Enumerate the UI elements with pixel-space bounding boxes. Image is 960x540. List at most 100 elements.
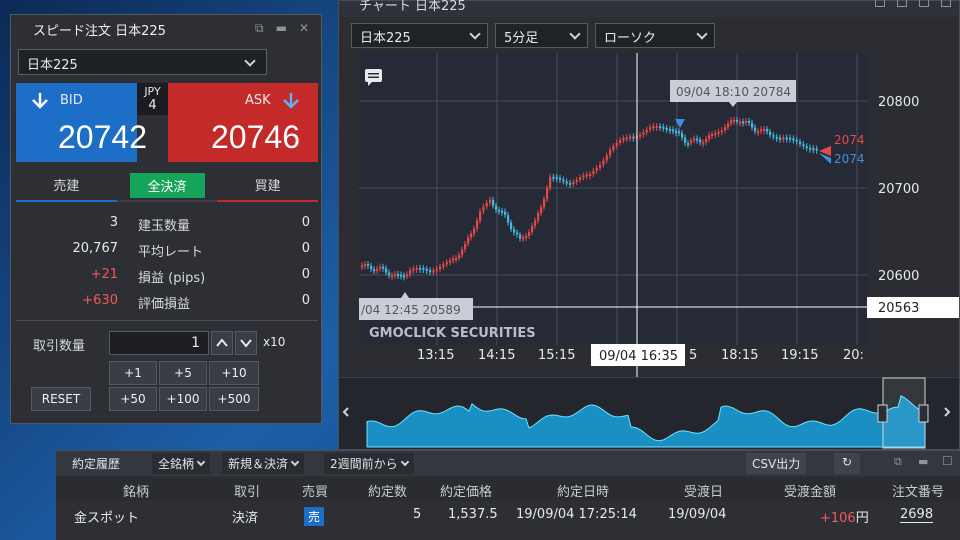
candle-body — [795, 139, 798, 142]
candle-body — [435, 269, 438, 272]
sell-badge: 売 — [304, 507, 325, 526]
candle-body — [519, 234, 522, 239]
type-filter[interactable]: 新規＆決済 — [222, 453, 305, 474]
chevron-down-icon — [290, 457, 300, 467]
candle-body — [766, 128, 769, 132]
quantity-input[interactable]: 1 — [109, 331, 209, 355]
col-qty[interactable]: 約定数 — [368, 481, 407, 500]
col-amount[interactable]: 受渡金額 — [784, 481, 836, 500]
candle-body — [442, 264, 445, 267]
crosshair-price-value: 20563 — [878, 301, 919, 316]
candle-body — [534, 220, 537, 226]
stat-label: 損益 (pips) — [138, 271, 206, 286]
candle-body — [582, 175, 585, 178]
qty-plus-50-button[interactable]: +50 — [109, 387, 157, 411]
qty-plus-1-button[interactable]: +1 — [109, 361, 157, 385]
time-axis-label: 13:15 — [417, 348, 454, 363]
price-axis-label: 20600 — [878, 269, 919, 284]
candle-body — [464, 243, 467, 250]
candle-body — [760, 129, 763, 132]
qty-plus-500-button[interactable]: +500 — [209, 387, 259, 411]
col-side[interactable]: 売買 — [302, 481, 328, 500]
tab-sell-open[interactable]: 売建 — [16, 170, 117, 202]
candle-body — [449, 260, 452, 263]
candle-body — [492, 199, 495, 206]
candle-body — [733, 119, 736, 122]
price-chart[interactable]: 20800 20700 20600 20563 13:15 14:15 15:1… — [339, 1, 959, 449]
col-trade[interactable]: 取引 — [234, 481, 260, 500]
history-title: 約定履歴 — [72, 457, 121, 471]
candle-body — [412, 268, 415, 271]
order-window-controls: ⧉ ▬ ✕ — [255, 21, 309, 36]
popout-icon[interactable]: ⧉ — [255, 21, 264, 36]
bid-sell-button[interactable]: BID 20742 — [16, 83, 147, 162]
candle-body — [649, 127, 652, 130]
buy-arrow-icon — [283, 93, 299, 109]
candle-body — [385, 268, 388, 273]
candle-body — [575, 179, 578, 183]
symbol-filter[interactable]: 全銘柄 — [152, 453, 211, 474]
quantity-increase-button[interactable] — [211, 331, 233, 355]
qty-plus-10-button[interactable]: +10 — [209, 361, 259, 385]
tab-buy-open[interactable]: 買建 — [217, 170, 319, 202]
candle-body — [425, 268, 428, 271]
candle-body — [482, 206, 485, 212]
stat-row-valuation: +630 評価損益 0 — [16, 289, 318, 315]
candle-body — [684, 137, 687, 144]
candle-body — [792, 138, 795, 141]
candle-body — [585, 174, 588, 177]
candle-body — [400, 274, 403, 277]
candle-body — [479, 211, 482, 221]
candle-body — [769, 131, 772, 136]
candle-body — [461, 249, 464, 256]
candle-body — [376, 268, 379, 271]
candle-body — [739, 121, 742, 124]
qty-plus-5-button[interactable]: +5 — [159, 361, 207, 385]
candle-body — [625, 137, 628, 140]
col-price[interactable]: 約定価格 — [440, 481, 492, 500]
order-symbol-select[interactable]: 日本225 — [18, 49, 267, 75]
candle-body — [727, 123, 730, 128]
col-settle-date[interactable]: 受渡日 — [684, 481, 723, 500]
navigator-right-arrow-icon — [944, 407, 951, 417]
col-order-no[interactable]: 注文番号 — [892, 481, 944, 500]
candle-body — [370, 265, 373, 270]
period-filter[interactable]: 2週間前から — [324, 453, 414, 474]
candle-body — [510, 222, 513, 230]
close-icon[interactable]: ✕ — [299, 21, 309, 36]
row-order-no[interactable]: 2698 — [900, 507, 934, 523]
candle-body — [579, 177, 582, 180]
time-axis-label: 15:15 — [538, 348, 575, 363]
candle-body — [652, 126, 655, 129]
candle-body — [669, 128, 672, 131]
candle-body — [748, 120, 751, 123]
reset-button[interactable]: RESET — [31, 387, 91, 411]
candle-body — [711, 133, 714, 136]
refresh-button[interactable]: ↻ — [834, 453, 860, 474]
popout-icon[interactable]: ⧉ — [894, 455, 902, 469]
minimize-icon[interactable]: ▬ — [276, 21, 287, 36]
ask-buy-button[interactable]: ASK 20746 — [168, 83, 318, 162]
col-datetime[interactable]: 約定日時 — [557, 481, 609, 500]
candle-body — [612, 146, 615, 150]
candle-body — [678, 131, 681, 134]
candle-body — [476, 220, 479, 229]
history-table-row[interactable]: 金スポット 決済 売 5 1,537.5 19/09/04 17:25:14 1… — [56, 503, 960, 533]
col-symbol[interactable]: 銘柄 — [123, 481, 149, 500]
candle-body — [809, 147, 812, 150]
candle-body — [782, 137, 785, 140]
divider — [16, 320, 318, 321]
candle-body — [754, 127, 757, 132]
candle-body — [805, 146, 808, 149]
maximize-icon[interactable]: ☐ — [942, 454, 953, 468]
minimize-icon[interactable]: ▬ — [918, 455, 928, 468]
close-all-button[interactable]: 全決済 — [129, 173, 205, 198]
csv-export-button[interactable]: CSV出力 — [746, 453, 807, 474]
candle-body — [632, 136, 635, 139]
quantity-decrease-button[interactable] — [235, 331, 257, 355]
candle-body — [751, 122, 754, 128]
qty-plus-100-button[interactable]: +100 — [159, 387, 207, 411]
candles — [361, 116, 818, 281]
ask-price: 20746 — [211, 119, 300, 155]
broker-watermark: GMOCLICK SECURITIES — [369, 326, 536, 341]
